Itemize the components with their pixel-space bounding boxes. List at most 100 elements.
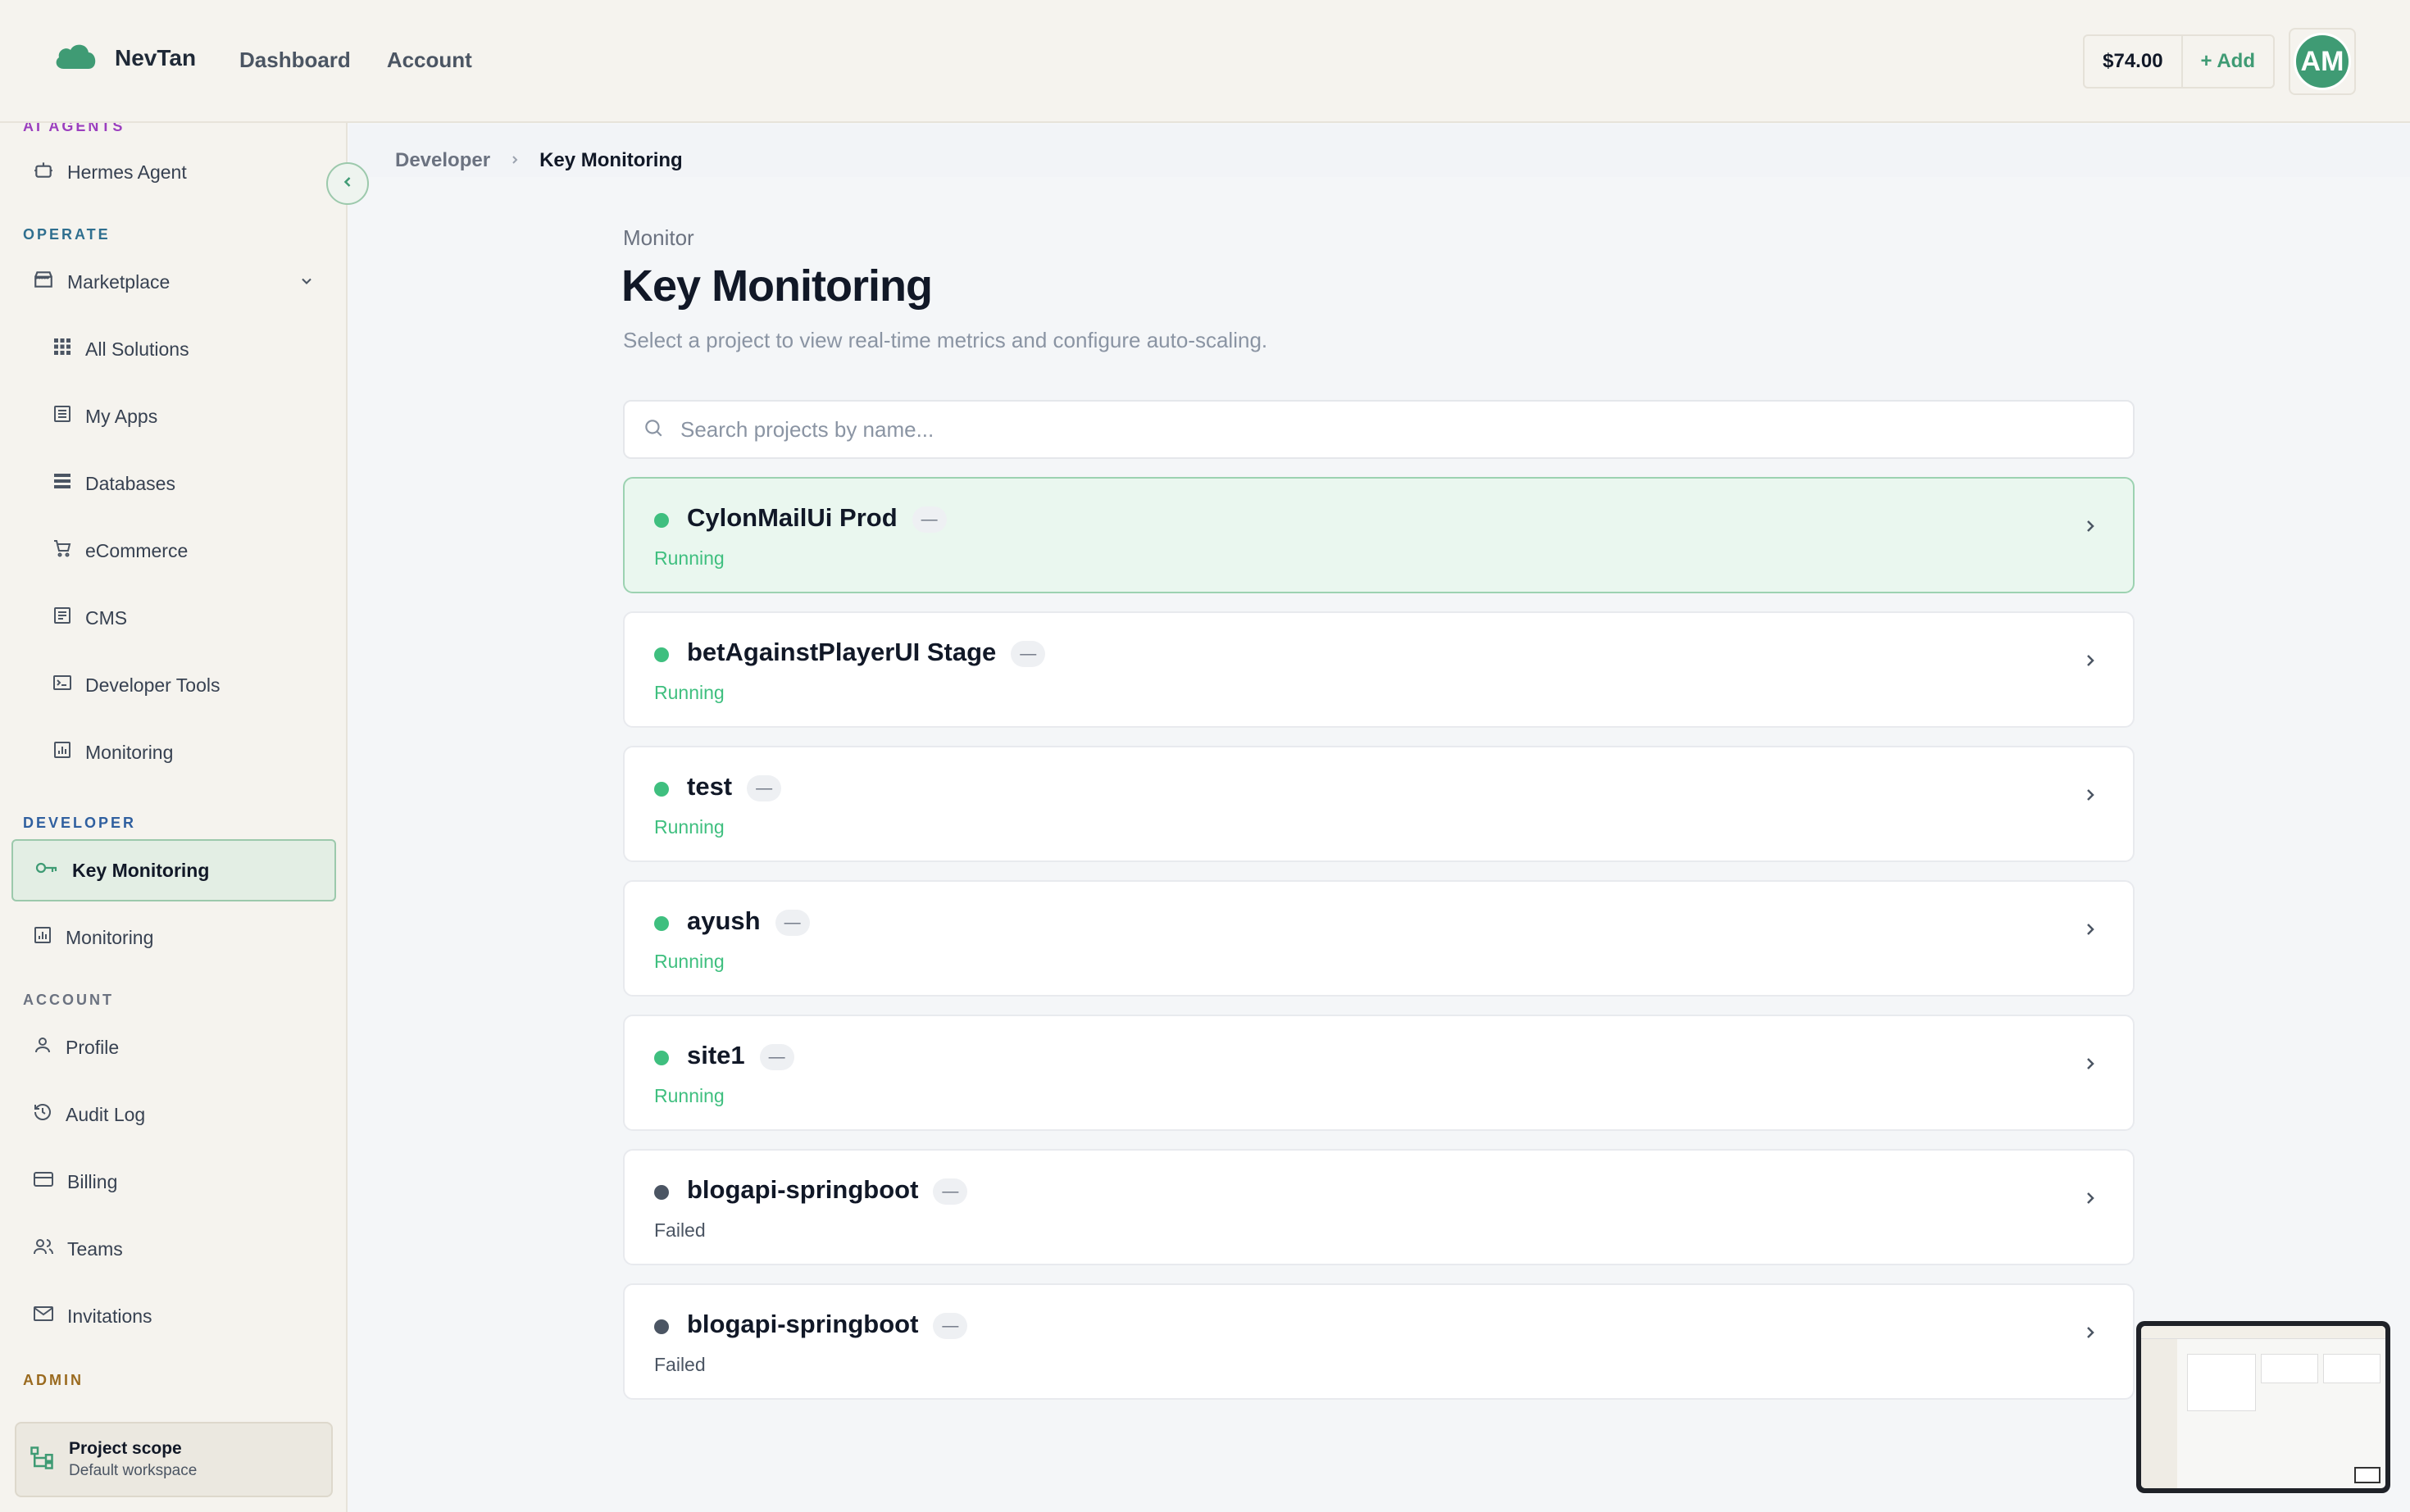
- status-dot: [654, 916, 669, 931]
- project-status: Running: [654, 951, 725, 972]
- project-status: Running: [654, 816, 725, 838]
- project-name-text: ayush: [687, 906, 761, 935]
- sidebar-item-profile[interactable]: Profile: [11, 1016, 336, 1078]
- status-dot: [654, 782, 669, 797]
- chevron-right-icon[interactable]: [2080, 1054, 2100, 1078]
- wallet-group: $74.00 + Add: [2083, 34, 2275, 89]
- chevron-down-icon[interactable]: [298, 272, 315, 294]
- scope-subtitle: Default workspace: [69, 1462, 198, 1479]
- chevron-right-icon[interactable]: [2080, 1323, 2100, 1346]
- avatar-button[interactable]: AM: [2289, 28, 2356, 95]
- store-icon: [33, 269, 54, 295]
- nav-dashboard[interactable]: Dashboard: [239, 48, 351, 73]
- sidebar-item-teams[interactable]: Teams: [11, 1218, 336, 1280]
- database-icon: [52, 471, 72, 496]
- project-card[interactable]: betAgainstPlayerUI Stage — Running: [623, 611, 2135, 728]
- section-ai-agents: AI AGENTS: [23, 123, 125, 134]
- project-name-text: site1: [687, 1041, 745, 1069]
- project-status: Failed: [654, 1354, 706, 1375]
- project-name-text: test: [687, 772, 733, 801]
- section-developer: DEVELOPER: [23, 815, 137, 831]
- chart-icon: [33, 925, 52, 950]
- minimap-preview[interactable]: [2136, 1321, 2390, 1493]
- robot-icon: [33, 159, 54, 185]
- sidebar-item-label: Audit Log: [66, 1103, 146, 1125]
- sidebar-item-ecommerce[interactable]: eCommerce: [11, 520, 336, 582]
- search-box[interactable]: [623, 400, 2135, 459]
- sidebar-item-label: Hermes Agent: [67, 161, 187, 183]
- project-scope-selector[interactable]: Project scope Default workspace: [15, 1422, 333, 1497]
- add-funds-button[interactable]: + Add: [2183, 36, 2273, 87]
- project-status: Running: [654, 682, 725, 703]
- status-dot: [654, 513, 669, 528]
- status-dot: [654, 1051, 669, 1065]
- sidebar-item-marketplace[interactable]: Marketplace: [11, 251, 336, 313]
- sidebar-item-audit-log[interactable]: Audit Log: [11, 1083, 336, 1146]
- project-name: blogapi-springboot —: [687, 1175, 968, 1205]
- project-status: Running: [654, 547, 725, 569]
- sidebar-item-label: eCommerce: [85, 539, 189, 561]
- project-card[interactable]: ayush — Running: [623, 880, 2135, 997]
- chevron-right-icon: [508, 149, 521, 172]
- sidebar-item-hermes-agent[interactable]: Hermes Agent: [11, 141, 336, 203]
- sidebar-item-all-solutions[interactable]: All Solutions: [11, 318, 336, 380]
- section-operate: OPERATE: [23, 226, 111, 243]
- user-icon: [33, 1035, 52, 1060]
- project-card[interactable]: CylonMailUi Prod — Running: [623, 477, 2135, 593]
- history-icon: [33, 1102, 52, 1127]
- sidebar-item-developer-tools[interactable]: Developer Tools: [11, 654, 336, 716]
- sidebar-item-label: Developer Tools: [85, 674, 221, 696]
- section-admin: ADMIN: [23, 1372, 84, 1388]
- sidebar-item-monitoring[interactable]: Monitoring: [11, 721, 336, 783]
- sidebar-item-label: All Solutions: [85, 338, 189, 360]
- sidebar-item-invitations[interactable]: Invitations: [11, 1285, 336, 1347]
- sidebar-item-label: Invitations: [67, 1305, 152, 1327]
- top-bar: NevTan Dashboard Account $74.00 + Add AM: [0, 0, 2410, 123]
- collapse-sidebar-button[interactable]: [326, 162, 369, 205]
- breadcrumb: Developer Key Monitoring: [395, 149, 683, 172]
- project-badge: —: [759, 1043, 794, 1070]
- project-card[interactable]: site1 — Running: [623, 1015, 2135, 1131]
- minimap-card: [2187, 1354, 2256, 1411]
- balance-display: $74.00: [2085, 36, 2183, 87]
- project-card[interactable]: blogapi-springboot — Failed: [623, 1283, 2135, 1400]
- minimap-viewport[interactable]: [2354, 1467, 2380, 1483]
- chevron-right-icon[interactable]: [2080, 785, 2100, 809]
- search-input[interactable]: [680, 416, 2074, 443]
- breadcrumb-developer[interactable]: Developer: [395, 149, 490, 172]
- project-name: blogapi-springboot —: [687, 1310, 968, 1339]
- sidebar-item-cms[interactable]: CMS: [11, 587, 336, 649]
- sidebar-item-databases[interactable]: Databases: [11, 452, 336, 515]
- section-account: ACCOUNT: [23, 992, 114, 1008]
- project-badge: —: [912, 506, 947, 533]
- project-badge: —: [933, 1178, 968, 1205]
- chevron-right-icon[interactable]: [2080, 516, 2100, 540]
- project-badge: —: [775, 909, 810, 936]
- minimap-card: [2261, 1354, 2318, 1383]
- key-icon: [34, 858, 59, 883]
- search-icon: [643, 417, 664, 443]
- minimap-canvas: [2141, 1326, 2385, 1488]
- sidebar-item-label: Marketplace: [67, 270, 171, 293]
- avatar: AM: [2294, 33, 2351, 90]
- sidebar-item-my-apps[interactable]: My Apps: [11, 385, 336, 447]
- nav-account[interactable]: Account: [387, 48, 472, 73]
- sidebar-item-developer-monitoring[interactable]: Monitoring: [11, 906, 336, 969]
- project-name: ayush —: [687, 906, 810, 936]
- chevron-left-icon: [339, 174, 356, 194]
- project-name-text: blogapi-springboot: [687, 1175, 919, 1204]
- minimap-sidebar: [2141, 1339, 2177, 1488]
- sidebar-item-billing[interactable]: Billing: [11, 1151, 336, 1213]
- brand[interactable]: NevTan: [52, 41, 196, 75]
- project-name-text: betAgainstPlayerUI Stage: [687, 638, 997, 666]
- status-dot: [654, 1319, 669, 1334]
- project-name-text: blogapi-springboot: [687, 1310, 919, 1338]
- chevron-right-icon[interactable]: [2080, 651, 2100, 674]
- chevron-right-icon[interactable]: [2080, 1188, 2100, 1212]
- chevron-right-icon[interactable]: [2080, 919, 2100, 943]
- project-card[interactable]: blogapi-springboot — Failed: [623, 1149, 2135, 1265]
- project-card[interactable]: test — Running: [623, 746, 2135, 862]
- sidebar-item-key-monitoring[interactable]: Key Monitoring: [11, 839, 336, 901]
- sidebar-item-label: Databases: [85, 472, 175, 494]
- credit-card-icon: [33, 1169, 54, 1194]
